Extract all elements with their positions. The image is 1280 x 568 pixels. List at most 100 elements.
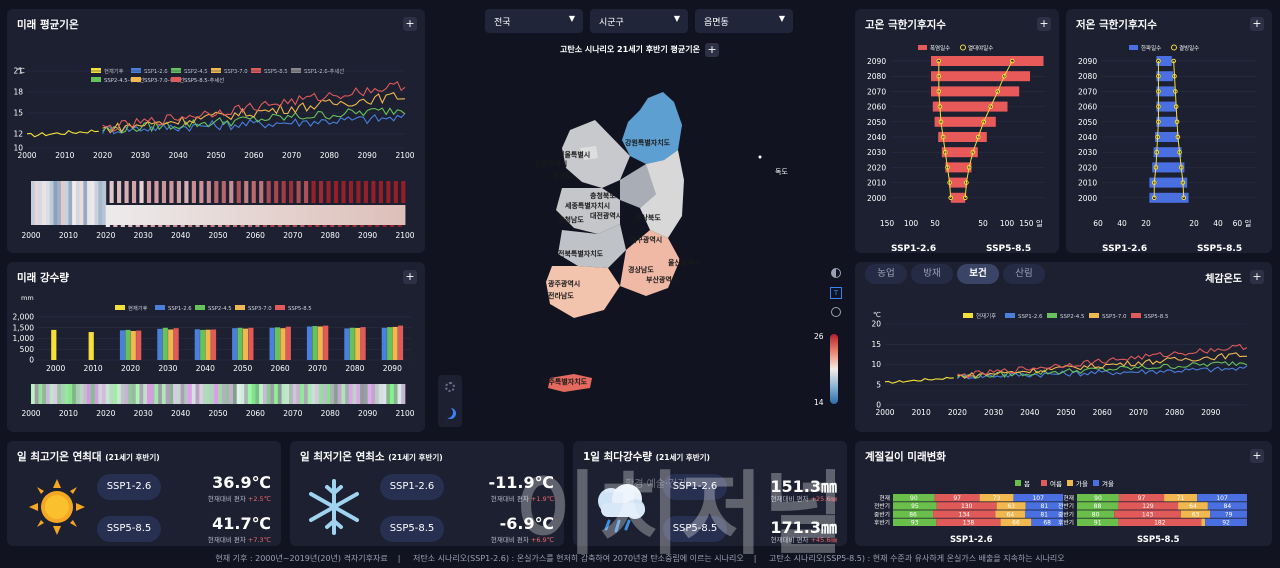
contrast-icon[interactable] [831,268,841,278]
region-select-sigungu[interactable]: 시군구 ▼ [590,9,688,33]
legend-swatch [1093,480,1099,486]
y-tick-label: 2010 [867,179,886,188]
settings-icon[interactable] [445,382,455,392]
season-value: 143 [1142,511,1154,518]
x-tick-label: 2040 [196,364,215,373]
daily-min-low-value: -11.9℃ [488,473,555,492]
heat-stripe [322,205,327,225]
precip-bar [269,327,275,360]
precip-stripe [199,384,204,404]
stripe-x-label: 2020 [96,231,115,240]
stripe-x-label: 2100 [395,231,414,240]
ssp-high-pill: SSP5-8.5 [380,516,444,542]
precip-bar [168,329,174,360]
precip-stripe [397,384,402,404]
legend-swatch [1041,480,1047,486]
heat-stripe [345,205,350,225]
y-tick-label: 10 [871,360,881,369]
y-tick-label: 2060 [1078,103,1097,112]
daily-max-high-deviation: 현재대비 편차 +7.3℃ [207,536,271,544]
heat-stripe [307,205,312,225]
heat-stripe [199,205,204,225]
heat-stripe [360,205,365,225]
precip-stripe [356,384,361,404]
x-tick-label: 40 [1213,219,1223,228]
heat-stripe [53,181,58,225]
heat-stripe [236,181,241,203]
season-value: 88 [1094,503,1102,510]
heat-stripe [255,205,260,225]
x-tick-label: 2080 [1165,408,1184,417]
heat-stripe [94,181,99,225]
x-tick-label: 2050 [233,364,252,373]
precip-stripe [225,384,230,404]
season-value: 71 [1177,495,1185,502]
korea-map[interactable]: 강원특별자치도서울특별시인천광역시경기도충청북도세종특별자치시대전광역시 충청남도… [470,60,830,410]
precip-stripe [102,384,107,404]
heat-stripe [221,205,226,225]
precip-stripe [180,384,185,404]
season-row-label: 후반기 [874,519,890,527]
y-tick-label: 2080 [867,72,886,81]
heat-stripe [281,181,286,203]
heat-stripe [326,181,331,203]
x-tick-label: 2010 [55,151,74,160]
precip-stripe [363,384,368,404]
region-label: 충청남도 [558,215,584,224]
text-toggle-icon[interactable]: T [830,287,842,299]
heat-stripe [31,181,36,225]
footer-note-high: 고탄소 시나리오(SSP5-8.5) : 현재 수준과 유사하게 온실가스 배출… [768,554,1065,563]
ssp-low-label: SSP1-2.6 [1102,244,1147,253]
region-label: 독도 [775,168,788,176]
region-label: 충청북도 [590,191,616,200]
season-value: 138 [963,520,975,527]
stripe-x-label: 2030 [134,409,153,418]
precip-bar [280,328,286,360]
heat-stripe [203,205,208,225]
region-dokdo [758,155,762,159]
heat-stripe [304,181,309,203]
tab-disaster[interactable]: 방재 [911,264,953,284]
legend-swatch [1067,480,1073,486]
x-tick-label: 2060 [1093,408,1112,417]
dark-mode-icon[interactable] [445,408,456,419]
precip-bar [232,328,238,360]
season-value: 66 [1012,520,1020,527]
precip-stripe [191,384,196,404]
precip-stripe [382,384,387,404]
heat-stripe [199,181,204,203]
precip-stripe [158,384,163,404]
ssp-low-label: SSP1-2.6 [950,535,993,545]
heat-stripe [375,205,380,225]
heat-stripe [229,181,234,203]
heat-stripe [386,181,391,203]
x-tick-label: 50 [930,219,940,228]
season-value: 68 [1043,520,1051,527]
tab-agriculture[interactable]: 농업 [865,264,907,284]
heat-stripe [386,205,391,225]
region-select-eupmyeondong[interactable]: 읍면동 ▼ [695,9,793,33]
heat-stripe [139,181,144,203]
heat-stripe [161,205,167,225]
precip-bar [274,327,281,360]
reset-icon[interactable] [831,307,841,317]
region-select-sido[interactable]: 전국 ▼ [485,9,583,33]
legend-swatch [235,305,245,310]
precip-stripe [251,384,256,404]
heat-stripe [45,181,51,225]
y-tick-label: 18 [13,88,23,97]
stripe-x-label: 2050 [208,409,227,418]
tab-forest[interactable]: 산림 [1003,264,1045,284]
map-add-button[interactable]: + [705,43,719,57]
x-tick-label: 40 [1117,219,1127,228]
y-tick-label: 2,000 [13,313,35,322]
heat-stripe [367,205,372,225]
pyramid-bar-high [958,71,1030,82]
heat-stripe [68,181,73,225]
legend-swatch [1089,313,1099,318]
tab-health[interactable]: 보건 [957,264,999,284]
snowflake-icon [309,479,359,535]
stripe-x-label: 2030 [134,231,153,240]
pyramid-bar-low [934,116,958,127]
heat-stripe [247,205,253,225]
